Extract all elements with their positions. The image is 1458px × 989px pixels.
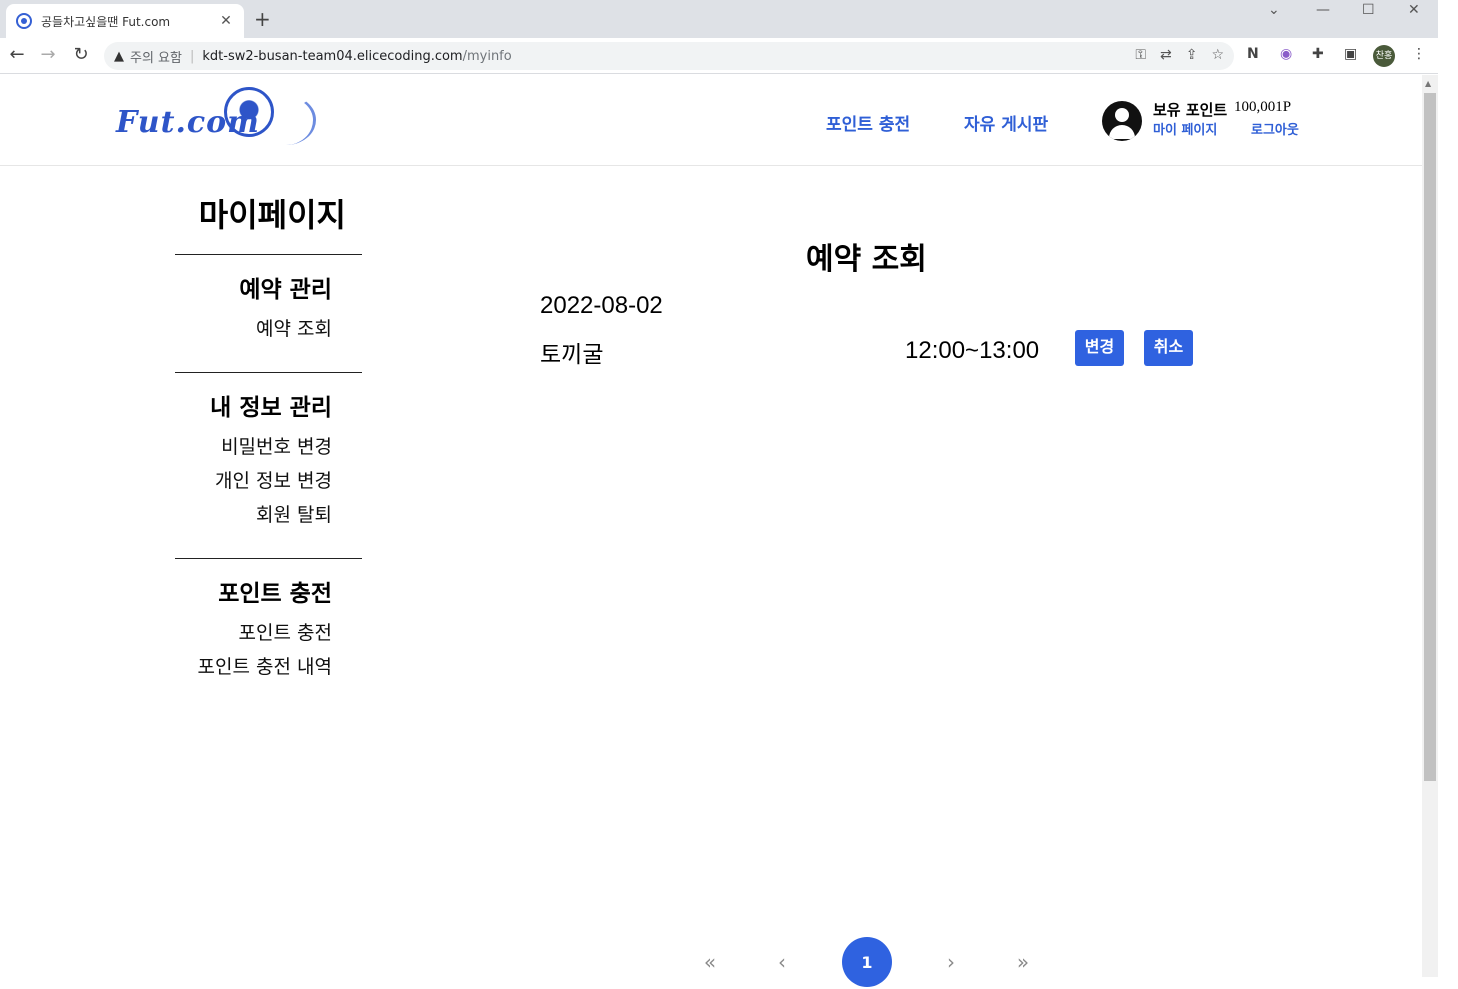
reservation-time: 12:00~13:00 bbox=[905, 337, 1040, 364]
points-label: 보유 포인트 bbox=[1153, 101, 1228, 119]
translate-icon[interactable]: ⇄ bbox=[1160, 47, 1172, 63]
sidebar-item-point-charge[interactable]: 포인트 충전 bbox=[239, 618, 332, 645]
tab-title: 공들차고싶을땐 Fut.com bbox=[41, 14, 171, 29]
nav-free-board[interactable]: 자유 게시판 bbox=[964, 110, 1048, 135]
prev-page-icon[interactable]: ‹ bbox=[770, 950, 794, 974]
browser-menu-icon[interactable]: ⋮ bbox=[1412, 46, 1426, 62]
address-bar-actions: ⚿ ⇄ ⇪ ☆ bbox=[1135, 47, 1224, 63]
page-title: 예약 조회 bbox=[806, 242, 927, 277]
reload-icon[interactable]: ↻ bbox=[70, 44, 92, 66]
page-scrollbar[interactable]: ▲ bbox=[1422, 75, 1438, 977]
avatar-body bbox=[1109, 125, 1135, 139]
profile-avatar[interactable]: 찬홍 bbox=[1373, 45, 1395, 67]
forward-icon[interactable]: → bbox=[37, 44, 59, 66]
sidebar-heading-reservation: 예약 관리 bbox=[239, 277, 332, 303]
minimize-icon[interactable]: — bbox=[1316, 2, 1330, 18]
sidebar-item-change-profile[interactable]: 개인 정보 변경 bbox=[215, 466, 332, 493]
soccer-ball-favicon-icon bbox=[16, 13, 32, 29]
logout-link[interactable]: 로그아웃 bbox=[1251, 119, 1299, 138]
points-value: 100,001P bbox=[1234, 99, 1292, 115]
sidebar-item-change-password[interactable]: 비밀번호 변경 bbox=[221, 432, 332, 459]
sidebar-heading-points: 포인트 충전 bbox=[218, 581, 332, 607]
sidebar-item-withdraw[interactable]: 회원 탈퇴 bbox=[256, 500, 332, 527]
browser-toolbar: ← → ↻ ▲ 주의 요함 | kdt-sw2-busan-team04.eli… bbox=[0, 38, 1438, 74]
address-divider: | bbox=[189, 48, 195, 64]
browser-tabstrip: 공들차고싶을땐 Fut.com ✕ + ⌄ — ☐ ✕ bbox=[0, 0, 1438, 38]
sidebar-item-reservation-view[interactable]: 예약 조회 bbox=[256, 314, 332, 341]
url-host[interactable]: kdt-sw2-busan-team04.elicecoding.com bbox=[202, 49, 462, 64]
extension-circle-icon[interactable]: ◉ bbox=[1280, 46, 1292, 62]
change-reservation-button[interactable]: 변경 bbox=[1075, 330, 1124, 366]
scroll-thumb[interactable] bbox=[1424, 93, 1436, 781]
site-header: Fut.com 포인트 충전 자유 게시판 보유 포인트 100,001P 마이… bbox=[0, 75, 1422, 166]
extensions-puzzle-icon[interactable]: ✚ bbox=[1312, 46, 1324, 62]
new-tab-button[interactable]: + bbox=[254, 8, 271, 30]
warning-icon[interactable]: ▲ bbox=[114, 49, 124, 64]
site-logo[interactable]: Fut.com bbox=[116, 85, 316, 155]
sidebar-heading-my-info: 내 정보 관리 bbox=[210, 395, 332, 421]
side-panel-icon[interactable]: ▣ bbox=[1344, 46, 1357, 62]
maximize-icon[interactable]: ☐ bbox=[1362, 2, 1375, 18]
current-page-button[interactable]: 1 bbox=[842, 937, 892, 987]
adjacent-window-edge bbox=[1438, 0, 1458, 977]
share-icon[interactable]: ⇪ bbox=[1186, 47, 1198, 63]
user-avatar-icon[interactable] bbox=[1102, 101, 1142, 141]
tab-search-icon[interactable]: ⌄ bbox=[1268, 2, 1280, 18]
mypage-link[interactable]: 마이 페이지 bbox=[1153, 119, 1217, 138]
sidebar-divider bbox=[175, 558, 362, 559]
logo-text: Fut.com bbox=[116, 105, 260, 140]
scroll-up-arrow-icon[interactable]: ▲ bbox=[1425, 79, 1431, 88]
reservation-date: 2022-08-02 bbox=[540, 292, 663, 319]
last-page-icon[interactable]: » bbox=[1011, 950, 1035, 974]
sidebar-divider bbox=[175, 254, 362, 255]
back-icon[interactable]: ← bbox=[6, 44, 28, 66]
url-path[interactable]: /myinfo bbox=[463, 49, 512, 64]
browser-tab[interactable]: 공들차고싶을땐 Fut.com ✕ bbox=[6, 4, 244, 38]
first-page-icon[interactable]: « bbox=[698, 950, 722, 974]
sidebar-item-point-history[interactable]: 포인트 충전 내역 bbox=[198, 652, 332, 679]
reservation-place: 토끼굴 bbox=[540, 342, 604, 368]
key-icon[interactable]: ⚿ bbox=[1135, 47, 1146, 63]
sidebar-title: 마이페이지 bbox=[198, 196, 346, 234]
nav-point-charge[interactable]: 포인트 충전 bbox=[826, 110, 910, 135]
address-bar[interactable]: ▲ 주의 요함 | kdt-sw2-busan-team04.elicecodi… bbox=[104, 42, 1234, 70]
next-page-icon[interactable]: › bbox=[939, 950, 963, 974]
window-close-icon[interactable]: ✕ bbox=[1408, 2, 1420, 18]
sidebar-divider bbox=[175, 372, 362, 373]
bookmark-star-icon[interactable]: ☆ bbox=[1211, 47, 1224, 63]
avatar-head bbox=[1115, 108, 1129, 122]
cancel-reservation-button[interactable]: 취소 bbox=[1144, 330, 1193, 366]
close-tab-icon[interactable]: ✕ bbox=[218, 13, 234, 29]
security-warning[interactable]: 주의 요함 bbox=[130, 47, 182, 66]
extension-n-icon[interactable]: N bbox=[1247, 46, 1259, 62]
